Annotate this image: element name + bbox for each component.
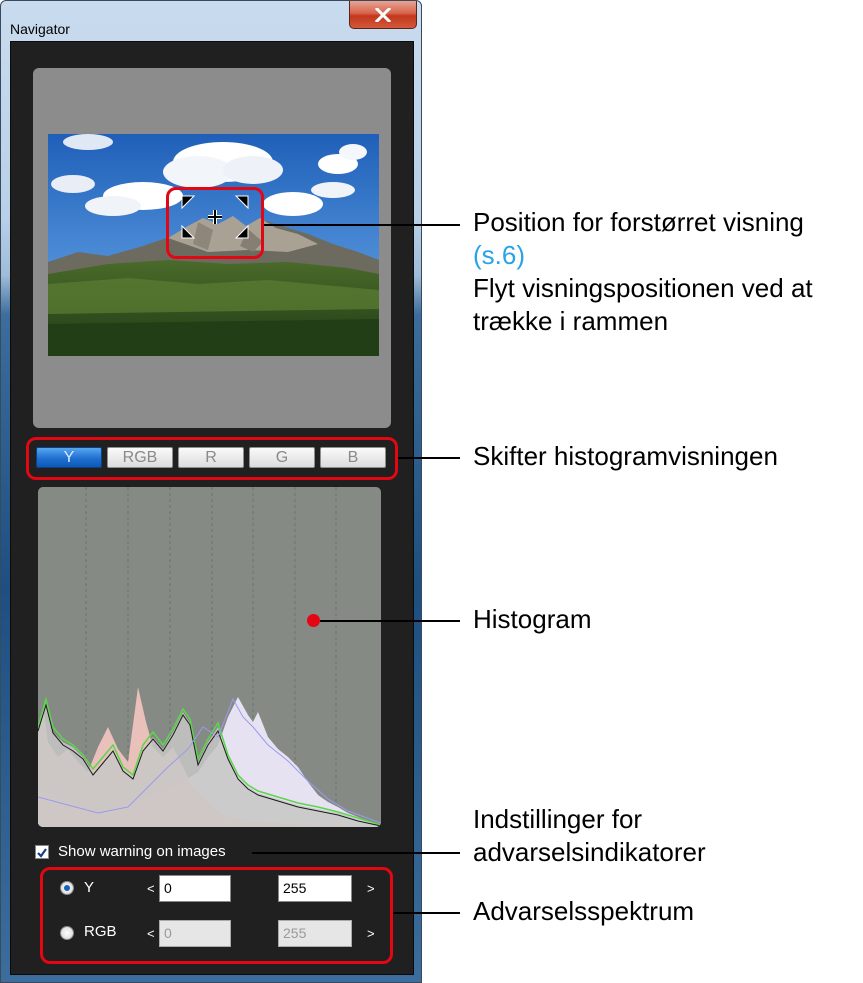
zoom-frame-icon	[181, 195, 249, 239]
callout-line-histogram	[320, 620, 460, 622]
title-bar[interactable]: Navigator	[1, 1, 421, 41]
callout-line-position	[264, 224, 460, 226]
tab-b[interactable]: B	[320, 447, 386, 468]
rgb-gt-symbol: >	[367, 926, 375, 941]
callout-position-link[interactable]: (s.6)	[473, 240, 525, 271]
callout-position-line2: Flyt visningspositionen ved at	[473, 273, 813, 303]
rgb-low-input[interactable]: 0	[159, 920, 231, 947]
close-icon	[375, 7, 391, 22]
callout-position-line3: trække i rammen	[473, 306, 669, 336]
histogram-graph	[38, 487, 381, 827]
y-lt-symbol: <	[147, 881, 155, 896]
callout-line-warning	[252, 852, 460, 854]
histogram-marker-dot	[307, 614, 320, 627]
callout-warning-line2: advarselsindikatorer	[473, 837, 706, 867]
callout-line-tabs	[398, 457, 460, 459]
tab-g[interactable]: G	[249, 447, 315, 468]
radio-y-label: Y	[84, 879, 95, 896]
y-high-input[interactable]: 255	[278, 875, 352, 902]
callout-tabs: Skifter histogramvisningen	[473, 441, 778, 471]
callout-warning-line1: Indstillinger for	[473, 804, 643, 834]
close-button[interactable]	[349, 1, 417, 29]
callout-histogram: Histogram	[473, 604, 592, 634]
show-warning-label: Show warning on images	[58, 843, 226, 860]
tab-rgb[interactable]: RGB	[107, 447, 173, 468]
radio-rgb[interactable]	[60, 926, 74, 940]
y-low-input[interactable]: 0	[159, 875, 231, 902]
radio-y[interactable]	[60, 881, 74, 895]
tab-y[interactable]: Y	[36, 447, 102, 468]
callout-range: Advarselsspektrum	[473, 896, 695, 926]
callout-position-line1: Position for forstørret visning	[473, 207, 804, 237]
window-title: Navigator	[10, 21, 70, 37]
zoom-position-frame[interactable]	[180, 194, 250, 240]
checkmark-icon	[37, 848, 47, 858]
tab-r[interactable]: R	[178, 447, 244, 468]
histogram-panel	[38, 487, 381, 827]
show-warning-checkbox[interactable]	[35, 845, 49, 859]
rgb-lt-symbol: <	[147, 926, 155, 941]
radio-rgb-label: RGB	[84, 923, 117, 940]
callout-line-range	[393, 912, 460, 914]
y-gt-symbol: >	[367, 881, 375, 896]
rgb-high-input[interactable]: 255	[278, 920, 352, 947]
